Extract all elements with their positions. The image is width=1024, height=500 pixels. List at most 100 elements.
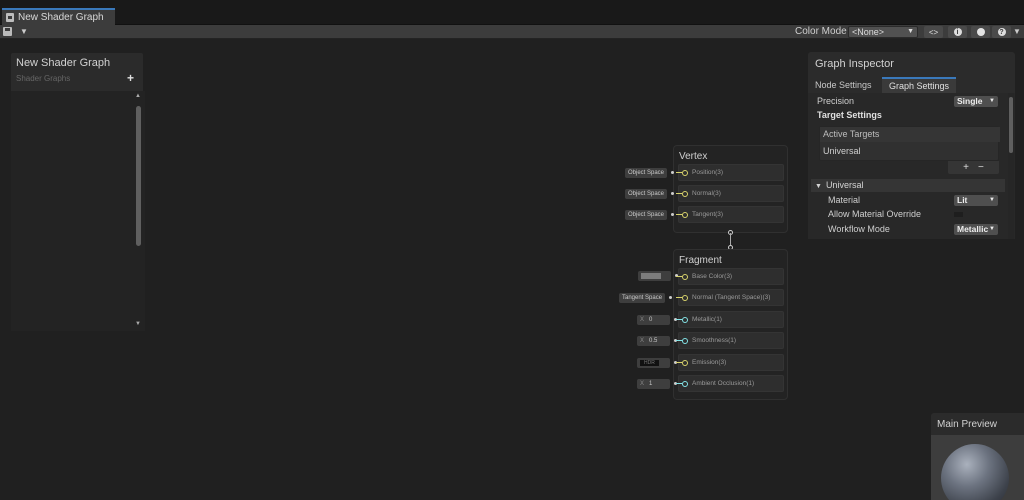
- block-label: Tangent(3): [692, 211, 724, 218]
- input-value: 1: [649, 381, 653, 387]
- port-icon[interactable]: [682, 380, 688, 387]
- inspector-title: Graph Inspector: [815, 58, 894, 70]
- color-mode-select[interactable]: <None> ▼: [848, 26, 918, 38]
- material-select[interactable]: Lit ▼: [954, 195, 998, 206]
- fragment-block-normal[interactable]: Normal (Tangent Space)(3): [678, 289, 784, 306]
- blackboard-subtitle: Shader Graphs: [16, 74, 71, 83]
- port-icon[interactable]: [682, 169, 688, 176]
- target-universal-item[interactable]: Universal: [823, 146, 861, 156]
- ambient-occlusion-wire: [676, 383, 682, 384]
- workflow-mode-select[interactable]: Metallic ▼: [954, 224, 998, 235]
- allow-material-override-toggle[interactable]: [954, 212, 963, 217]
- globe-icon[interactable]: [971, 26, 990, 38]
- metallic-input[interactable]: X0: [637, 315, 677, 325]
- input-value: Object Space: [628, 212, 665, 218]
- port-icon[interactable]: [682, 211, 688, 218]
- vertex-normal-space-input[interactable]: Object Space: [625, 189, 675, 199]
- save-dropdown-chevron-icon[interactable]: ▼: [20, 27, 28, 36]
- foldout-triangle-icon[interactable]: ▼: [815, 183, 822, 190]
- scroll-down-icon[interactable]: ▼: [135, 321, 141, 327]
- fragment-block-emission[interactable]: Emission(3): [678, 354, 784, 371]
- axis-label: X: [640, 338, 645, 344]
- fragment-block-base-color[interactable]: Base Color(3): [678, 268, 784, 285]
- main-preview-panel: Main Preview: [931, 413, 1024, 500]
- material-label: Material: [828, 195, 861, 205]
- fragment-block-ambient-occlusion[interactable]: Ambient Occlusion(1): [678, 375, 784, 392]
- vertex-block-position[interactable]: Position(3): [678, 164, 784, 181]
- port-icon[interactable]: [682, 359, 688, 366]
- vertex-normal-wire: [676, 193, 682, 194]
- targets-footer: + −: [948, 161, 999, 174]
- fragment-block-smoothness[interactable]: Smoothness(1): [678, 332, 784, 349]
- input-value: Object Space: [628, 170, 665, 176]
- metallic-wire: [676, 319, 682, 320]
- smoothness-input[interactable]: X 0.5: [637, 336, 677, 346]
- tab-new-shader-graph[interactable]: New Shader Graph: [2, 8, 115, 25]
- block-label: Smoothness(1): [692, 337, 737, 344]
- shader-graph-icon: [6, 13, 14, 22]
- chevron-down-icon: ▼: [907, 28, 914, 35]
- precision-label: Precision: [817, 96, 855, 106]
- vertex-position-space-input[interactable]: Object Space: [625, 168, 675, 178]
- normal-wire: [676, 297, 682, 298]
- emission-input[interactable]: HDR: [637, 358, 677, 368]
- blackboard-title: New Shader Graph: [16, 57, 111, 69]
- graph-inspector-panel: Graph Inspector Node Settings Graph Sett…: [808, 52, 1015, 239]
- axis-label: X: [640, 381, 645, 387]
- blackboard-panel: New Shader Graph Shader Graphs + ▲ ▼: [10, 52, 145, 331]
- fragment-title: Fragment: [679, 255, 722, 266]
- info-icon[interactable]: i: [948, 26, 967, 38]
- scroll-up-icon[interactable]: ▲: [135, 93, 141, 99]
- add-property-button[interactable]: +: [127, 71, 134, 85]
- tab-title: New Shader Graph: [18, 12, 104, 23]
- port-icon[interactable]: [682, 337, 688, 344]
- chevron-down-icon: ▼: [989, 226, 995, 232]
- tab-graph-settings[interactable]: Graph Settings: [882, 77, 957, 93]
- allow-material-override-label: Allow Material Override: [828, 209, 922, 219]
- vertex-block-tangent[interactable]: Tangent(3): [678, 206, 784, 223]
- ambient-occlusion-input[interactable]: X1: [637, 379, 677, 389]
- port-icon[interactable]: [682, 190, 688, 197]
- preview-viewport[interactable]: [931, 435, 1024, 500]
- vertex-block-normal[interactable]: Normal(3): [678, 185, 784, 202]
- preview-sphere: [941, 444, 1009, 500]
- port-icon[interactable]: [682, 273, 688, 280]
- universal-section-label: Universal: [825, 180, 864, 190]
- link-icon[interactable]: <>: [924, 26, 943, 38]
- block-label: Emission(3): [692, 359, 727, 366]
- inspector-scrollbar[interactable]: [1008, 93, 1014, 239]
- hdr-color-swatch[interactable]: HDR: [640, 360, 659, 366]
- input-value: Object Space: [628, 191, 665, 197]
- target-settings-heading: Target Settings: [817, 110, 882, 120]
- more-chevron-icon[interactable]: ▼: [1013, 27, 1021, 36]
- inspector-scroll-thumb[interactable]: [1009, 97, 1013, 153]
- precision-value: Single: [957, 96, 983, 106]
- toolbar: ▼ Color Mode <None> ▼ <> i ? ▼: [0, 25, 1024, 39]
- add-target-button[interactable]: +: [963, 162, 969, 173]
- tab-node-settings[interactable]: Node Settings: [808, 77, 879, 93]
- block-label: Normal (Tangent Space)(3): [692, 294, 771, 301]
- vertex-position-wire: [676, 172, 682, 173]
- color-swatch[interactable]: [641, 273, 661, 279]
- base-color-input[interactable]: [638, 271, 678, 281]
- remove-target-button[interactable]: −: [978, 162, 984, 173]
- precision-select[interactable]: Single ▼: [954, 96, 998, 107]
- active-targets-list: Active Targets Universal: [819, 126, 1000, 161]
- port-icon[interactable]: [682, 316, 688, 323]
- save-icon[interactable]: [3, 27, 12, 36]
- fragment-block-metallic[interactable]: Metallic(1): [678, 311, 784, 328]
- inspector-body: Precision Single ▼ Target Settings Activ…: [808, 93, 1015, 239]
- input-value: 0: [649, 317, 653, 323]
- preview-title: Main Preview: [937, 419, 998, 430]
- universal-section-header[interactable]: ▼ Universal: [811, 179, 1005, 192]
- vertex-tangent-space-input[interactable]: Object Space: [625, 210, 675, 220]
- inspector-tabs: Node Settings Graph Settings: [808, 77, 1015, 93]
- workflow-mode-value: Metallic: [957, 224, 989, 234]
- port-icon[interactable]: [682, 294, 688, 301]
- help-icon[interactable]: ?: [992, 26, 1011, 38]
- axis-label: X: [640, 317, 645, 323]
- block-label: Ambient Occlusion(1): [692, 380, 755, 387]
- blackboard-scrollbar[interactable]: [136, 106, 141, 246]
- block-label: Position(3): [692, 169, 724, 176]
- normal-space-input[interactable]: Tangent Space: [619, 293, 673, 303]
